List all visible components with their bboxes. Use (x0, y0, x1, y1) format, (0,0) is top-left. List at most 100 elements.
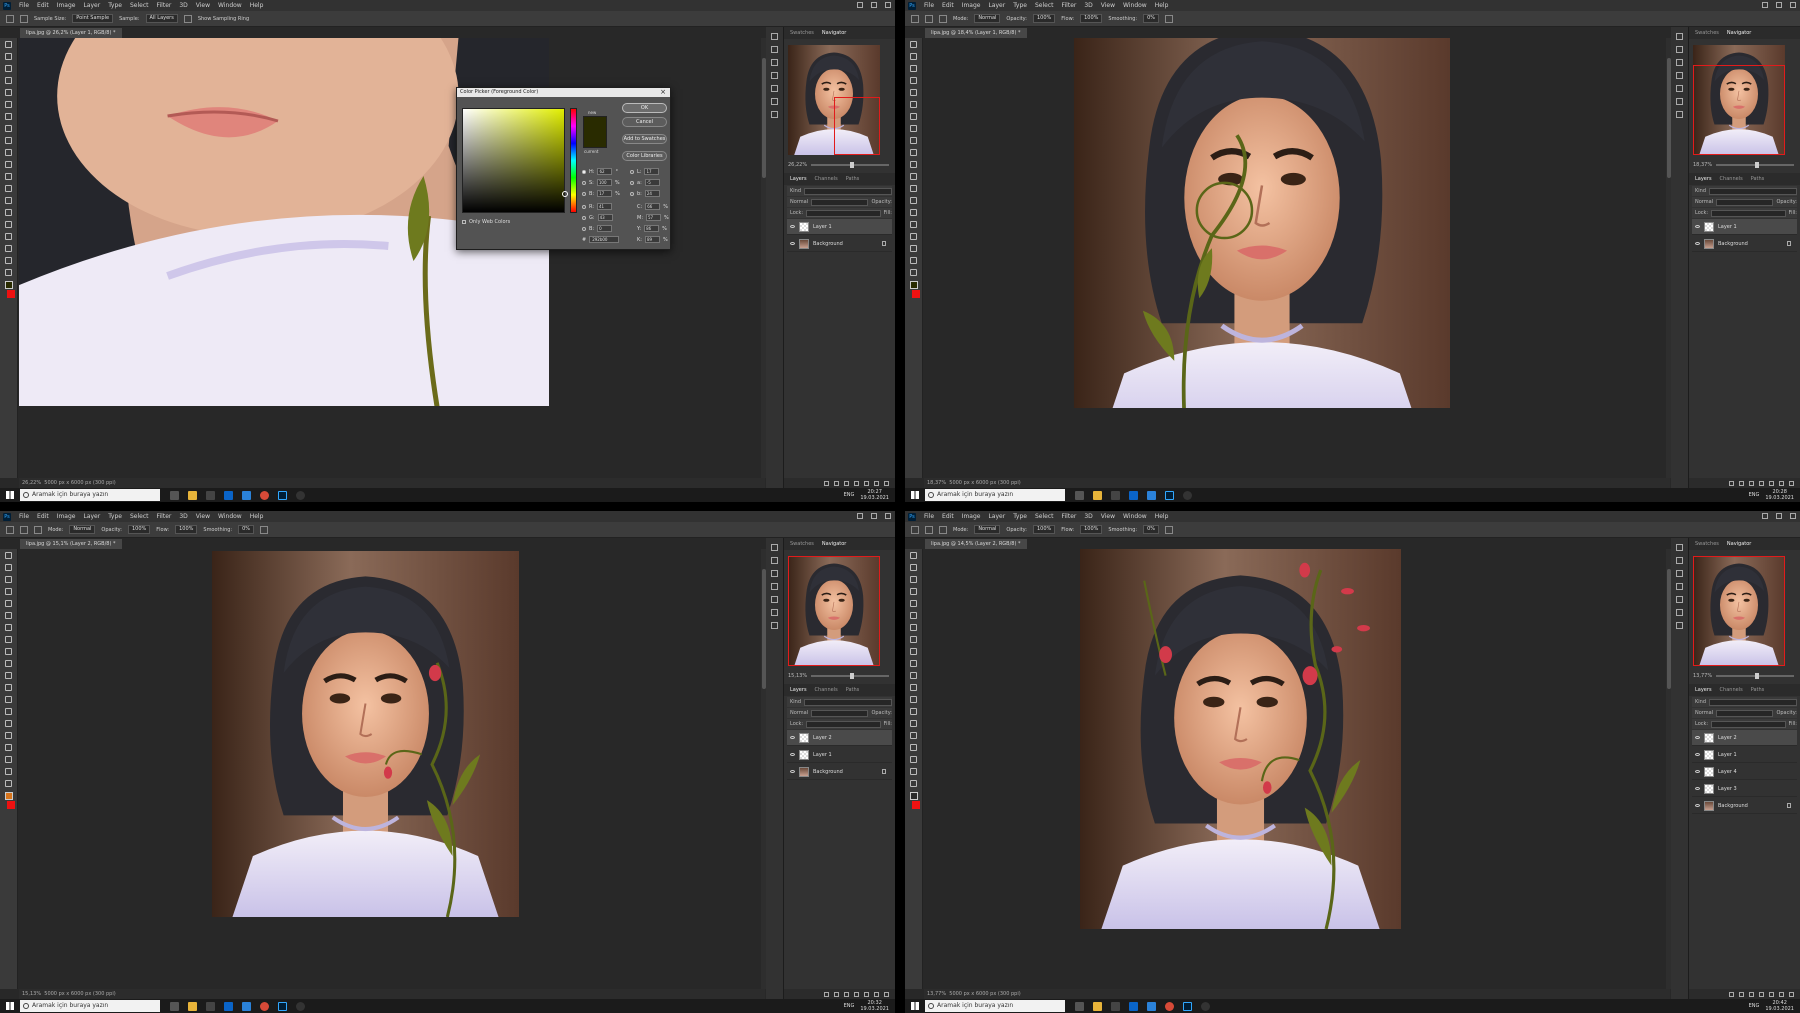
filter-icons[interactable] (804, 698, 892, 706)
menu-edit[interactable]: Edit (942, 513, 954, 520)
menu-file[interactable]: File (19, 2, 29, 9)
tab-layers[interactable]: Layers (1695, 176, 1712, 182)
menu-3d[interactable]: 3D (1084, 2, 1092, 9)
history-icon[interactable] (771, 33, 778, 40)
settings-gear-icon[interactable] (1165, 525, 1174, 534)
app-icon[interactable] (296, 1001, 305, 1011)
healing-tool-icon[interactable] (910, 624, 917, 631)
tab-channels[interactable]: Channels (1720, 687, 1743, 693)
minimize-icon[interactable] (857, 513, 863, 519)
file-explorer-icon[interactable] (1093, 490, 1102, 500)
smoothing-input[interactable]: 0% (1143, 525, 1160, 534)
background-color-swatch[interactable] (7, 801, 15, 809)
history-brush-icon[interactable] (5, 660, 12, 667)
visibility-eye-icon[interactable] (790, 225, 795, 228)
zoom-tool-icon[interactable] (910, 269, 917, 276)
lasso-tool-icon[interactable] (910, 576, 917, 583)
visibility-eye-icon[interactable] (790, 736, 795, 739)
layer-row[interactable]: Layer 3 (1692, 781, 1797, 797)
adjustments-icon[interactable] (771, 72, 778, 79)
cyan-input[interactable]: 66 (645, 203, 661, 210)
fx-icon[interactable] (834, 991, 839, 997)
background-color-swatch[interactable] (912, 801, 920, 809)
info-icon[interactable] (771, 570, 778, 577)
edge-icon[interactable] (242, 490, 251, 500)
info-icon[interactable] (771, 59, 778, 66)
foreground-color-swatch[interactable] (909, 792, 918, 800)
tab-channels[interactable]: Channels (815, 176, 838, 182)
shape-tool-icon[interactable] (5, 245, 12, 252)
shape-tool-icon[interactable] (5, 756, 12, 763)
mail-icon[interactable] (1129, 1001, 1138, 1011)
hand-tool-icon[interactable] (910, 768, 917, 775)
tab-swatches[interactable]: Swatches (790, 30, 814, 36)
info-icon[interactable] (1676, 570, 1683, 577)
menu-edit[interactable]: Edit (942, 2, 954, 9)
clock[interactable]: 20:27 19.03.2021 (860, 489, 889, 501)
minimize-icon[interactable] (857, 2, 863, 8)
red-input[interactable]: 41 (597, 203, 613, 210)
gradient-tool-icon[interactable] (910, 684, 917, 691)
photoshop-taskbar-icon[interactable] (278, 490, 287, 500)
fx-icon[interactable] (1739, 480, 1744, 486)
brush-icon[interactable] (20, 525, 28, 534)
hand-tool-icon[interactable] (910, 257, 917, 264)
menu-3d[interactable]: 3D (179, 2, 187, 9)
edge-icon[interactable] (1147, 490, 1156, 500)
lock-icons[interactable] (1711, 720, 1786, 728)
menu-view[interactable]: View (196, 2, 210, 9)
magenta-input[interactable]: 57 (646, 214, 661, 221)
paragraph-icon[interactable] (771, 111, 778, 118)
character-icon[interactable] (1676, 609, 1683, 616)
brush-tool-icon[interactable] (910, 125, 917, 132)
trash-icon[interactable] (884, 991, 889, 997)
menu-filter[interactable]: Filter (1062, 513, 1077, 520)
eyedropper-tool-icon[interactable] (910, 612, 917, 619)
new-layer-icon[interactable] (874, 991, 879, 997)
stamp-tool-icon[interactable] (5, 137, 12, 144)
home-icon[interactable] (6, 525, 14, 534)
eraser-tool-icon[interactable] (5, 161, 12, 168)
navigator-thumbnail[interactable] (1693, 45, 1785, 155)
taskbar-search-input[interactable]: Aramak için buraya yazın (925, 1000, 1065, 1012)
path-select-icon[interactable] (5, 233, 12, 240)
zoom-readout[interactable]: 15,13% (22, 991, 41, 997)
new-layer-icon[interactable] (874, 480, 879, 486)
gradient-tool-icon[interactable] (910, 173, 917, 180)
tab-paths[interactable]: Paths (846, 176, 860, 182)
foreground-color-swatch[interactable] (4, 281, 13, 289)
group-icon[interactable] (864, 991, 869, 997)
marquee-tool-icon[interactable] (5, 564, 12, 571)
blend-mode-select[interactable]: Normal (1695, 199, 1713, 205)
saturation-radio[interactable] (582, 180, 586, 185)
add-to-swatches-button[interactable]: Add to Swatches (622, 134, 667, 144)
adjustments-icon[interactable] (1676, 583, 1683, 590)
move-tool-icon[interactable] (910, 41, 917, 48)
file-explorer-icon[interactable] (188, 1001, 197, 1011)
menu-type[interactable]: Type (108, 2, 122, 9)
taskbar-search-input[interactable]: Aramak için buraya yazın (925, 489, 1065, 501)
character-icon[interactable] (771, 609, 778, 616)
brightness-input[interactable]: 17 (597, 190, 613, 197)
saturation-input[interactable]: 100 (596, 179, 612, 186)
tab-navigator[interactable]: Navigator (1727, 30, 1751, 36)
paragraph-icon[interactable] (771, 622, 778, 629)
brush-tool-icon[interactable] (5, 125, 12, 132)
visibility-eye-icon[interactable] (1695, 804, 1700, 807)
path-select-icon[interactable] (910, 744, 917, 751)
navigator-thumbnail[interactable] (788, 45, 880, 155)
app-icon[interactable] (296, 490, 305, 500)
actions-icon[interactable] (771, 46, 778, 53)
task-view-icon[interactable] (1075, 1001, 1084, 1011)
menu-window[interactable]: Window (1123, 513, 1147, 520)
tab-navigator[interactable]: Navigator (822, 30, 846, 36)
maximize-icon[interactable] (871, 513, 877, 519)
menu-view[interactable]: View (1101, 2, 1115, 9)
home-icon[interactable] (911, 14, 919, 23)
menu-image[interactable]: Image (962, 513, 981, 520)
menu-file[interactable]: File (924, 513, 934, 520)
marquee-tool-icon[interactable] (910, 564, 917, 571)
menu-filter[interactable]: Filter (157, 513, 172, 520)
hand-tool-icon[interactable] (5, 768, 12, 775)
actions-icon[interactable] (1676, 557, 1683, 564)
